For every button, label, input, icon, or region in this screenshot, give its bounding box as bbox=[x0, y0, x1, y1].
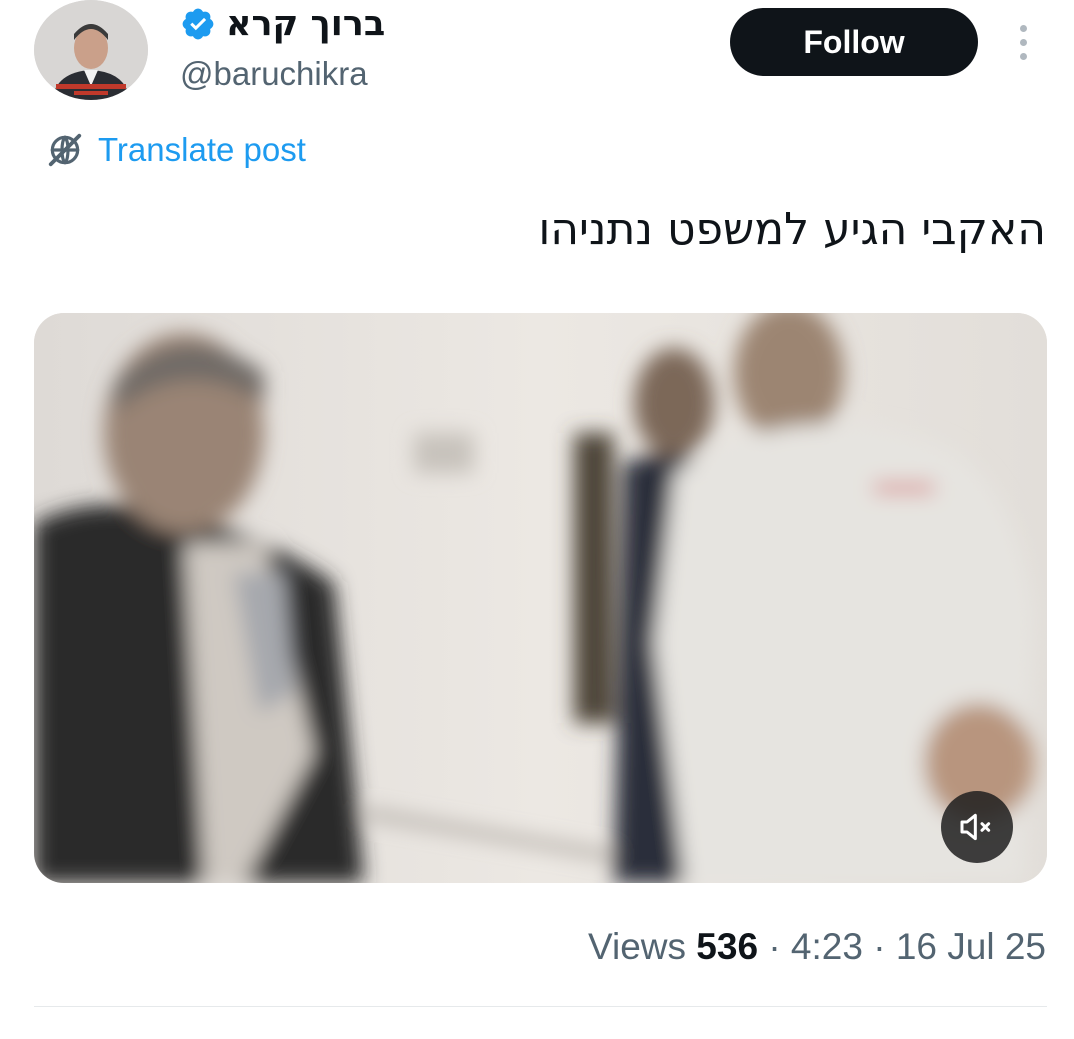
post-date[interactable]: 16 Jul 25 bbox=[896, 926, 1046, 967]
avatar[interactable] bbox=[34, 0, 148, 100]
volume-mute-icon[interactable] bbox=[941, 791, 1013, 863]
views-count: 536 bbox=[696, 926, 759, 967]
author-display-name[interactable]: ברוך קרא bbox=[226, 2, 385, 46]
post-meta: Views 536 · 4:23 · 16 Jul 25 bbox=[588, 922, 1046, 972]
follow-button[interactable]: Follow bbox=[730, 8, 978, 76]
meta-separator: · bbox=[768, 926, 781, 967]
meta-separator: · bbox=[873, 926, 886, 967]
profile-photo bbox=[34, 0, 148, 100]
divider bbox=[34, 1006, 1047, 1007]
translate-post-link[interactable]: Translate post bbox=[46, 128, 306, 172]
video-frame bbox=[34, 313, 1047, 883]
post-time[interactable]: 4:23 bbox=[791, 926, 863, 967]
globe-slash-icon bbox=[46, 131, 84, 169]
video-player[interactable] bbox=[34, 313, 1047, 883]
post-text: האקבי הגיע למשפט נתניהו bbox=[538, 204, 1046, 255]
author-name-row: ברוך קרא bbox=[180, 2, 385, 46]
author-handle[interactable]: @baruchikra bbox=[180, 52, 368, 96]
verified-badge-icon bbox=[180, 6, 216, 42]
more-vertical-icon[interactable] bbox=[1008, 20, 1038, 64]
translate-post-label: Translate post bbox=[98, 131, 306, 168]
views-label: Views bbox=[587, 926, 687, 967]
post-view: ברוך קרא @baruchikra Follow Translate po… bbox=[0, 0, 1074, 1039]
